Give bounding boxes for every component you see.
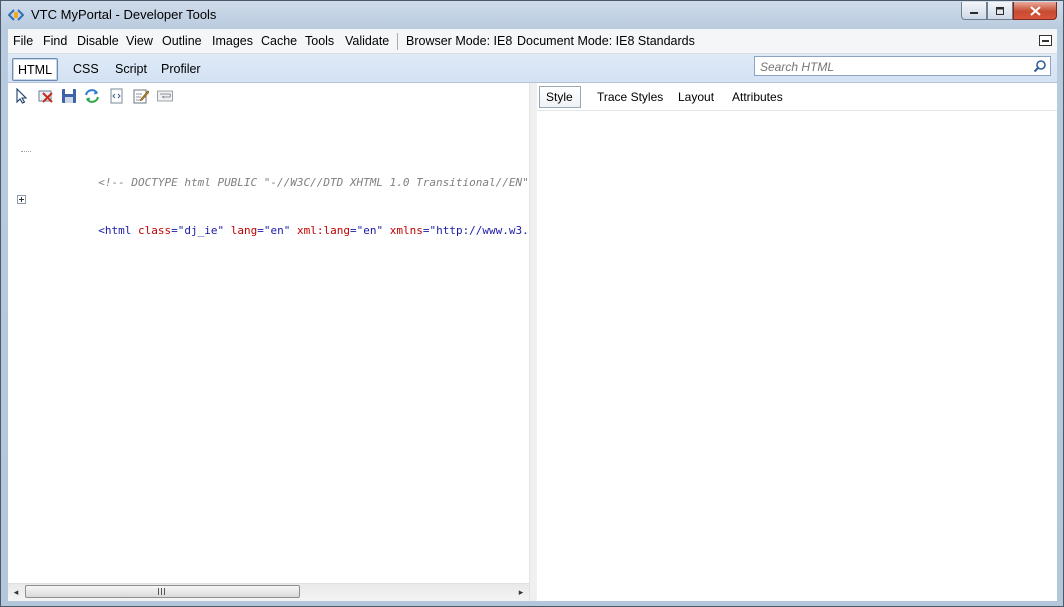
horizontal-scrollbar[interactable]: ◂ ▸ <box>8 583 529 601</box>
browser-mode-menu[interactable]: Browser Mode: IE8 <box>406 34 512 48</box>
tab-profiler[interactable]: Profiler <box>161 62 201 76</box>
doctype-line[interactable]: <!-- DOCTYPE html PUBLIC "-//W3C//DTD XH… <box>8 143 529 189</box>
developer-tools-icon <box>8 9 24 21</box>
word-wrap-icon[interactable] <box>157 88 173 104</box>
doctype-comment: <!-- DOCTYPE html PUBLIC "-//W3C//DTD XH… <box>98 176 529 189</box>
tab-trace-styles[interactable]: Trace Styles <box>597 90 663 104</box>
element-source-icon[interactable] <box>109 88 125 104</box>
devtools-window: VTC MyPortal - Developer Tools File Find… <box>0 0 1064 607</box>
save-icon[interactable] <box>61 88 77 104</box>
refresh-icon[interactable] <box>84 88 100 104</box>
style-tab-bar: Style Trace Styles Layout Attributes <box>537 83 1057 111</box>
document-mode-menu[interactable]: Document Mode: IE8 Standards <box>517 34 695 48</box>
html-open-tag: <html <box>98 224 132 237</box>
attr-value-class: ="dj_ie" <box>171 224 225 237</box>
attr-value-xml-lang: ="en" <box>349 224 384 237</box>
search-html-box <box>754 56 1051 76</box>
window-title: VTC MyPortal - Developer Tools <box>31 7 217 22</box>
menu-find[interactable]: Find <box>43 34 67 48</box>
expand-node-icon[interactable] <box>17 195 26 204</box>
menu-images[interactable]: Images <box>212 34 253 48</box>
tab-html[interactable]: HTML <box>12 58 59 81</box>
html-tree: <!-- DOCTYPE html PUBLIC "-//W3C//DTD XH… <box>8 111 529 239</box>
menu-view[interactable]: View <box>126 34 153 48</box>
maximize-icon <box>996 6 1004 15</box>
tab-attributes[interactable]: Attributes <box>732 90 783 104</box>
close-icon <box>1029 5 1041 16</box>
attr-value-lang: ="en" <box>257 224 291 237</box>
minimize-button[interactable] <box>961 2 987 20</box>
html-toolbar <box>8 83 529 109</box>
menu-outline[interactable]: Outline <box>162 34 202 48</box>
menu-cache[interactable]: Cache <box>261 34 297 48</box>
tab-css[interactable]: CSS <box>73 62 99 76</box>
scroll-left-arrow-icon[interactable]: ◂ <box>11 587 21 597</box>
tab-script[interactable]: Script <box>115 62 147 76</box>
attr-name-xml-lang: xml:lang <box>290 224 350 237</box>
search-html-input[interactable] <box>758 59 1032 75</box>
edit-icon[interactable] <box>133 88 149 104</box>
maximize-button[interactable] <box>987 2 1013 20</box>
minimize-icon <box>970 11 978 14</box>
title-bar[interactable]: VTC MyPortal - Developer Tools <box>1 1 1063 29</box>
style-pane: Style Trace Styles Layout Attributes <box>537 83 1057 601</box>
devtools-client: File Find Disable View Outline Images Ca… <box>8 29 1057 601</box>
search-icon[interactable] <box>1033 59 1047 73</box>
menu-disable[interactable]: Disable <box>77 34 119 48</box>
close-button[interactable] <box>1013 2 1057 20</box>
minimize-panel-button[interactable] <box>1039 35 1052 46</box>
scrollbar-thumb[interactable] <box>25 585 300 598</box>
menu-validate[interactable]: Validate <box>345 34 389 48</box>
scroll-right-arrow-icon[interactable]: ▸ <box>516 587 526 597</box>
html-element-line[interactable]: <html class="dj_ie" lang="en" xml:lang="… <box>8 191 529 237</box>
main-tab-bar: HTML CSS Script Profiler <box>8 54 1057 83</box>
attr-value-xmlns: ="http://www.w3.org/19 <box>422 224 529 237</box>
select-element-icon[interactable] <box>14 88 30 104</box>
menu-bar: File Find Disable View Outline Images Ca… <box>8 29 1057 54</box>
tree-connector <box>21 151 31 152</box>
tab-layout[interactable]: Layout <box>678 90 714 104</box>
attr-name-class: class <box>131 224 172 237</box>
tab-style[interactable]: Style <box>539 86 581 108</box>
clear-outline-icon[interactable] <box>38 88 54 104</box>
attr-name-lang: lang <box>224 224 258 237</box>
menu-file[interactable]: File <box>13 34 33 48</box>
menu-separator <box>397 33 398 50</box>
html-pane: <!-- DOCTYPE html PUBLIC "-//W3C//DTD XH… <box>8 83 529 601</box>
scrollbar-grip <box>158 588 166 595</box>
menu-tools[interactable]: Tools <box>305 34 334 48</box>
attr-name-xmlns: xmlns <box>383 224 423 237</box>
